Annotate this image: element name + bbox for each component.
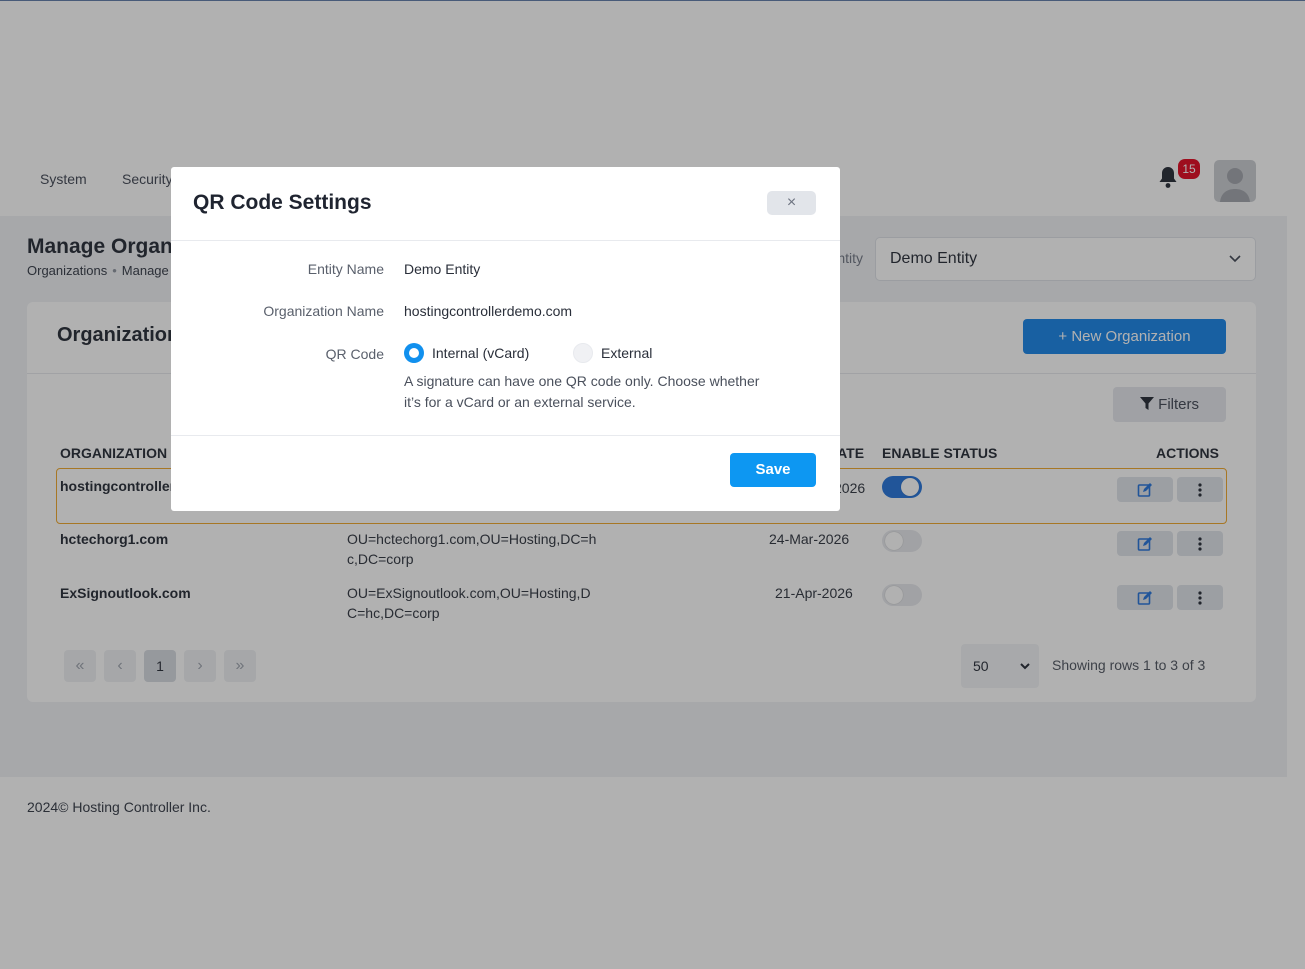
organization-name-label: Organization Name [263,303,384,319]
radio-internal-label[interactable]: Internal (vCard) [432,345,529,361]
qr-code-settings-modal: QR Code Settings × Entity Name Demo Enti… [171,167,840,511]
qr-code-label: QR Code [325,346,384,362]
entity-name-value: Demo Entity [404,261,481,277]
organization-name-value: hostingcontrollerdemo.com [404,303,573,319]
qr-code-help-text: A signature can have one QR code only. C… [404,373,760,410]
modal-title: QR Code Settings [193,191,372,214]
save-button[interactable]: Save [730,453,816,487]
modal-footer-divider [171,435,840,436]
entity-name-label: Entity Name [307,261,384,277]
close-icon: × [786,194,797,211]
radio-external-label[interactable]: External [601,345,652,361]
close-button[interactable]: × [767,191,816,215]
radio-external[interactable] [573,343,593,363]
modal-header-divider [171,240,840,241]
radio-internal-vcard[interactable] [404,343,424,363]
